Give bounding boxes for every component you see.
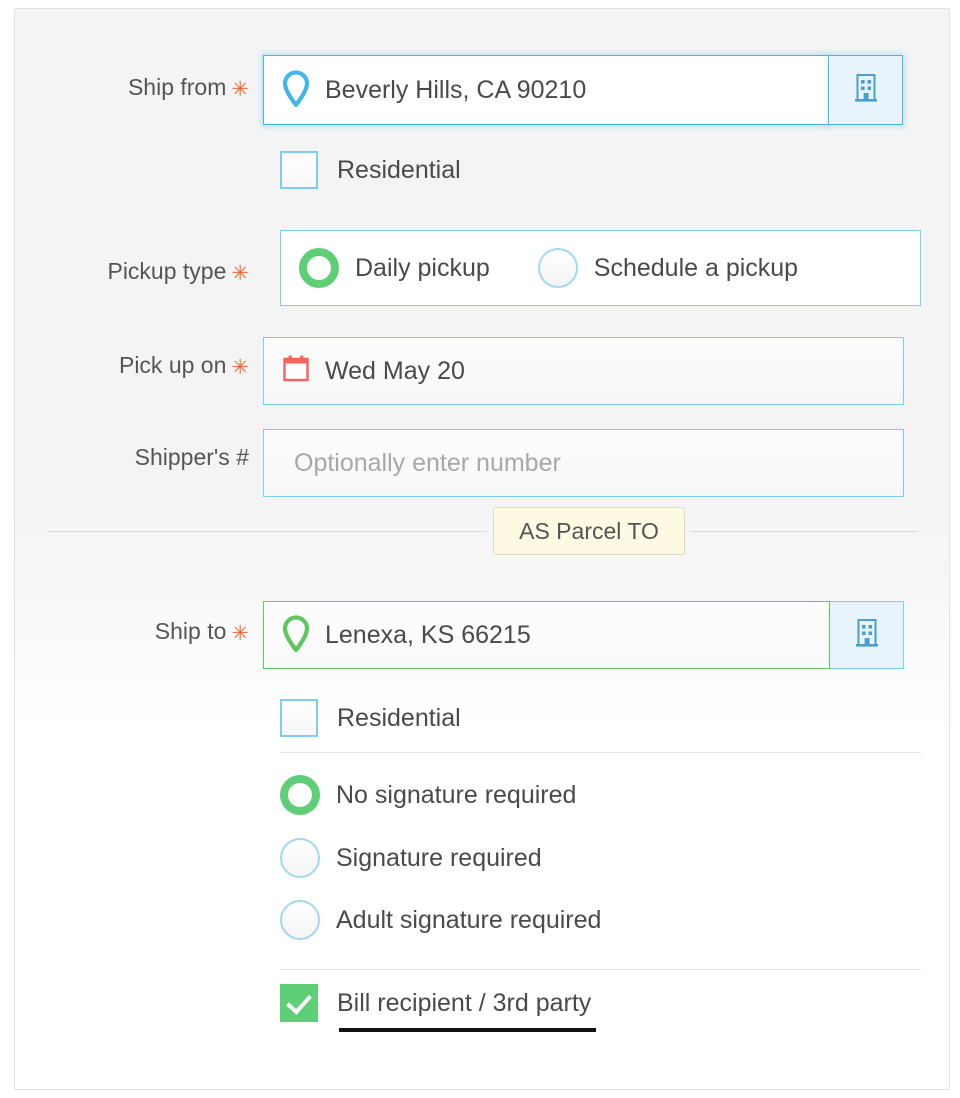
shippers-number-label-text: Shipper's # <box>135 444 249 470</box>
map-pin-icon <box>281 614 311 657</box>
signature-option-required-radio[interactable] <box>280 838 320 878</box>
billing-checkbox[interactable] <box>280 984 318 1022</box>
ship-from-residential-checkbox[interactable] <box>280 151 318 189</box>
ship-from-value: Beverly Hills, CA 90210 <box>325 76 586 105</box>
pickup-type-label-text: Pickup type <box>107 258 226 284</box>
divider-right <box>691 531 917 532</box>
pick-up-on-row: Pick up on✳ Wed May 20 <box>15 337 904 405</box>
ship-to-residential-checkbox[interactable] <box>280 699 318 737</box>
ship-to-address-book-button[interactable] <box>830 601 904 669</box>
building-icon <box>854 617 880 654</box>
separator-above-signature <box>280 752 921 753</box>
pickup-option-daily-label: Daily pickup <box>355 254 490 283</box>
ship-from-row: Ship from✳ Beverly Hills, CA 90210 <box>15 55 903 125</box>
ship-from-field: Beverly Hills, CA 90210 <box>263 55 903 125</box>
ship-to-label-text: Ship to <box>155 618 227 644</box>
signature-option-adult-row[interactable]: Adult signature required <box>280 900 601 940</box>
section-badge-label: AS Parcel TO <box>519 518 659 545</box>
building-icon <box>853 72 879 109</box>
billing-label: Bill recipient / 3rd party <box>337 989 591 1018</box>
ship-to-field: Lenexa, KS 66215 <box>263 601 904 669</box>
pickup-option-schedule-label: Schedule a pickup <box>594 254 798 283</box>
ship-to-input[interactable]: Lenexa, KS 66215 <box>263 601 830 669</box>
pickup-option-schedule[interactable]: Schedule a pickup <box>538 248 798 288</box>
ship-from-label-text: Ship from <box>128 74 226 100</box>
ship-to-value: Lenexa, KS 66215 <box>325 621 531 650</box>
ship-from-label: Ship from✳ <box>15 55 263 104</box>
separator-above-billing <box>280 969 921 970</box>
shippers-number-label: Shipper's # <box>15 429 263 471</box>
pickup-type-row: Pickup type✳ <box>15 245 263 288</box>
signature-option-none-label: No signature required <box>336 781 576 810</box>
shippers-number-row: Shipper's # Optionally enter number <box>15 429 904 497</box>
pickup-option-daily-radio[interactable] <box>299 248 339 288</box>
shippers-number-input[interactable]: Optionally enter number <box>263 429 904 497</box>
shipping-form-card: Ship from✳ Beverly Hills, CA 90210 <box>14 8 950 1090</box>
pickup-option-schedule-radio[interactable] <box>538 248 578 288</box>
shippers-number-placeholder: Optionally enter number <box>294 449 561 478</box>
signature-option-required-row[interactable]: Signature required <box>280 838 542 878</box>
pick-up-on-label: Pick up on✳ <box>15 337 263 382</box>
ship-to-residential-row[interactable]: Residential <box>280 699 461 737</box>
ship-from-residential-label: Residential <box>337 156 461 185</box>
required-asterisk: ✳ <box>231 356 249 379</box>
ship-from-address-book-button[interactable] <box>829 55 903 125</box>
ship-from-input[interactable]: Beverly Hills, CA 90210 <box>263 55 829 125</box>
signature-option-adult-radio[interactable] <box>280 900 320 940</box>
signature-option-required-label: Signature required <box>336 844 542 873</box>
signature-option-none-row[interactable]: No signature required <box>280 775 576 815</box>
shipping-form-page: Ship from✳ Beverly Hills, CA 90210 <box>0 0 960 1098</box>
shippers-number-field: Optionally enter number <box>263 429 904 497</box>
required-asterisk: ✳ <box>231 622 249 645</box>
signature-option-none-radio[interactable] <box>280 775 320 815</box>
ship-to-residential-label: Residential <box>337 704 461 733</box>
section-badge: AS Parcel TO <box>493 507 685 555</box>
calendar-icon <box>281 354 311 389</box>
pick-up-on-input[interactable]: Wed May 20 <box>263 337 904 405</box>
billing-row[interactable]: Bill recipient / 3rd party <box>280 984 591 1022</box>
pickup-type-label: Pickup type✳ <box>15 245 263 288</box>
map-pin-icon <box>281 69 311 112</box>
required-asterisk: ✳ <box>231 78 249 101</box>
divider-left <box>47 531 487 532</box>
pick-up-on-value: Wed May 20 <box>325 357 465 386</box>
pickup-option-daily[interactable]: Daily pickup <box>299 248 490 288</box>
ship-to-row: Ship to✳ Lenexa, KS 66215 <box>15 601 904 669</box>
ship-to-label: Ship to✳ <box>15 601 263 648</box>
pick-up-on-label-text: Pick up on <box>119 352 226 378</box>
ship-from-residential-row[interactable]: Residential <box>280 151 461 189</box>
pick-up-on-field: Wed May 20 <box>263 337 904 405</box>
required-asterisk: ✳ <box>231 262 249 285</box>
pickup-type-group: Daily pickup Schedule a pickup <box>280 230 921 306</box>
signature-option-adult-label: Adult signature required <box>336 906 601 935</box>
